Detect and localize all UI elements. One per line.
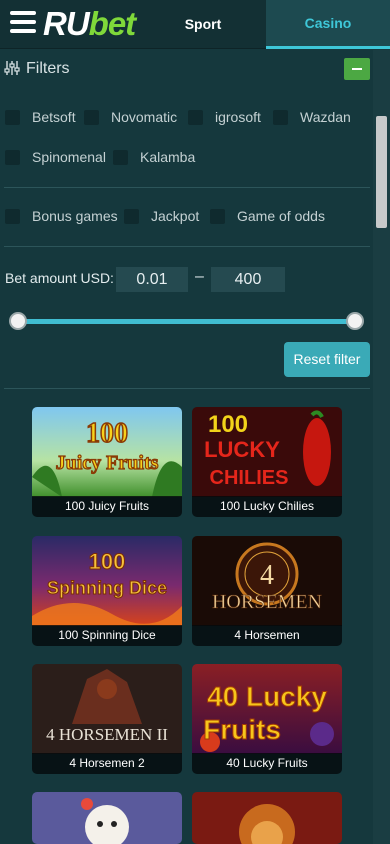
checkbox[interactable]	[188, 109, 203, 125]
game-card-partial[interactable]	[192, 792, 342, 844]
checkbox-label: Wazdan	[300, 109, 351, 125]
svg-text:HORSEMEN: HORSEMEN	[212, 591, 322, 613]
game-thumbnail: 100 Juicy Fruits	[32, 407, 182, 497]
divider	[4, 388, 370, 389]
game-thumbnail: 4 HORSEMEN	[192, 536, 342, 626]
reset-filter-button[interactable]: Reset filter	[284, 342, 370, 377]
svg-text:CHILIES: CHILIES	[210, 467, 289, 489]
logo-bet-text: bet	[88, 5, 136, 42]
provider-filter-igrosoft[interactable]: igrosoft	[188, 107, 261, 127]
checkbox[interactable]	[210, 208, 225, 224]
game-card-4-horsemen-2[interactable]: 4 HORSEMEN II 4 Horsemen 2	[32, 664, 182, 774]
checkbox-label: Novomatic	[111, 109, 178, 125]
sliders-icon	[4, 60, 20, 81]
collapse-filters-button[interactable]	[344, 58, 370, 80]
provider-filter-wazdan[interactable]: Wazdan	[273, 107, 351, 127]
game-card-100-lucky-chilies[interactable]: 100 LUCKY CHILIES 100 Lucky Chilies	[192, 407, 342, 517]
game-card-40-lucky-fruits[interactable]: 40 Lucky Fruits 40 Lucky Fruits	[192, 664, 342, 774]
slider-min-handle[interactable]	[9, 312, 27, 330]
filters-header: Filters	[4, 56, 370, 82]
checkbox[interactable]	[5, 208, 20, 224]
range-separator: –	[195, 268, 204, 285]
provider-filter-novomatic[interactable]: Novomatic	[84, 107, 177, 127]
checkbox[interactable]	[5, 149, 20, 165]
game-thumbnail: 100 LUCKY CHILIES	[192, 407, 342, 497]
game-card-100-juicy-fruits[interactable]: 100 Juicy Fruits 100 Juicy Fruits	[32, 407, 182, 517]
tab-sport[interactable]: Sport	[140, 0, 266, 49]
svg-text:40 Lucky: 40 Lucky	[207, 681, 327, 712]
game-thumbnail	[192, 792, 342, 844]
top-bar: RUbet Sport Casino	[0, 0, 390, 49]
checkbox[interactable]	[84, 109, 99, 125]
provider-filter-spinomenal[interactable]: Spinomenal	[5, 147, 106, 167]
checkbox-label: igrosoft	[215, 109, 261, 125]
bet-range-slider[interactable]	[18, 319, 355, 324]
divider	[4, 187, 370, 188]
feature-filter-jackpot[interactable]: Jackpot	[124, 206, 199, 226]
svg-text:4: 4	[260, 560, 274, 591]
game-title: 40 Lucky Fruits	[192, 753, 342, 774]
checkbox[interactable]	[124, 208, 139, 224]
checkbox-label: Jackpot	[151, 208, 200, 224]
provider-filter-kalamba[interactable]: Kalamba	[113, 147, 195, 167]
game-card-partial[interactable]	[32, 792, 182, 844]
bet-max-input[interactable]	[211, 267, 285, 292]
svg-text:100: 100	[89, 549, 126, 574]
svg-text:100: 100	[86, 418, 128, 449]
scrollbar-thumb[interactable]	[376, 116, 387, 228]
game-thumbnail	[32, 792, 182, 844]
game-thumbnail: 4 HORSEMEN II	[32, 664, 182, 754]
checkbox-label: Game of odds	[237, 208, 325, 224]
game-thumbnail: 40 Lucky Fruits	[192, 664, 342, 754]
game-card-4-horsemen[interactable]: 4 HORSEMEN 4 Horsemen	[192, 536, 342, 646]
game-title: 4 Horsemen	[192, 625, 342, 646]
bet-amount-label: Bet amount USD:	[5, 270, 114, 286]
tab-casino[interactable]: Casino	[266, 0, 390, 49]
svg-text:Fruits: Fruits	[203, 714, 281, 745]
checkbox-label: Betsoft	[32, 109, 76, 125]
menu-icon[interactable]	[10, 11, 36, 37]
feature-filter-game-of-odds[interactable]: Game of odds	[210, 206, 325, 226]
game-thumbnail: 100 Spinning Dice	[32, 536, 182, 626]
game-title: 4 Horsemen 2	[32, 753, 182, 774]
svg-text:LUCKY: LUCKY	[204, 437, 280, 462]
logo-ru-text: RU	[43, 5, 90, 42]
checkbox-label: Bonus games	[32, 208, 118, 224]
checkbox[interactable]	[5, 109, 20, 125]
svg-text:Juicy Fruits: Juicy Fruits	[56, 452, 159, 474]
checkbox[interactable]	[113, 149, 128, 165]
svg-text:Spinning Dice: Spinning Dice	[47, 578, 167, 598]
page-scrollbar[interactable]	[373, 50, 390, 844]
checkbox-label: Kalamba	[140, 149, 196, 165]
game-card-100-spinning-dice[interactable]: 100 Spinning Dice 100 Spinning Dice	[32, 536, 182, 646]
game-title: 100 Lucky Chilies	[192, 496, 342, 517]
checkbox[interactable]	[273, 109, 288, 125]
provider-filter-betsoft[interactable]: Betsoft	[5, 107, 76, 127]
bet-min-input[interactable]	[116, 267, 188, 292]
checkbox-label: Spinomenal	[32, 149, 106, 165]
filters-title: Filters	[26, 60, 70, 77]
rubet-logo[interactable]: RUbet	[43, 4, 136, 44]
slider-max-handle[interactable]	[346, 312, 364, 330]
svg-text:4 HORSEMEN II: 4 HORSEMEN II	[46, 725, 168, 744]
svg-text:100: 100	[208, 411, 248, 438]
game-title: 100 Spinning Dice	[32, 625, 182, 646]
game-title: 100 Juicy Fruits	[32, 496, 182, 517]
feature-filter-bonus-games[interactable]: Bonus games	[5, 206, 118, 226]
divider	[4, 246, 370, 247]
